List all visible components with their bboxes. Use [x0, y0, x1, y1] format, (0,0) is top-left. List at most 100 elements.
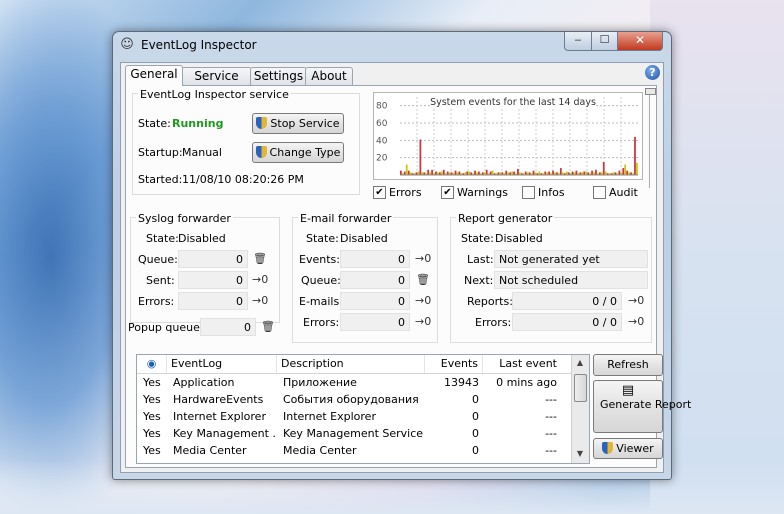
report-reports-field: 0 / 0 — [512, 292, 622, 310]
table-scrollbar[interactable]: ▲ ▼ — [571, 355, 589, 463]
column-eventlog[interactable]: EventLog — [167, 355, 277, 373]
forward-icon[interactable]: →0 — [628, 294, 644, 307]
column-events[interactable]: Events — [425, 355, 483, 373]
cell-eventlog: Media Center — [173, 444, 247, 457]
chart-bar-errors — [571, 171, 574, 175]
chart-bar-warnings — [440, 171, 443, 175]
report-group-title: Report generator — [456, 212, 555, 225]
syslog-state-label: State: — [146, 232, 179, 245]
column-description[interactable]: Description — [277, 355, 425, 373]
tab-about[interactable]: About — [305, 67, 353, 85]
table-row[interactable]: Yes Media Center Media Center 0 --- — [137, 442, 571, 459]
service-started-value: 11/08/10 08:20:26 PM — [182, 173, 304, 186]
filter-warnings-checkbox[interactable]: ✔ — [441, 186, 454, 199]
forward-icon[interactable]: →0 — [252, 273, 268, 286]
tab-general[interactable]: General — [125, 65, 183, 86]
report-next-label: Next: — [464, 274, 494, 287]
email-events-field: 0 — [340, 250, 410, 268]
table-row[interactable]: Yes Application Приложение 13943 0 mins ago — [137, 374, 571, 391]
chart-bar-errors — [544, 171, 547, 175]
cell-visible: Yes — [143, 410, 161, 423]
tab-settings[interactable]: Settings — [250, 67, 307, 85]
viewer-button[interactable]: Viewer — [593, 438, 663, 459]
chart-bar-warnings — [604, 171, 607, 175]
report-last-field: Not generated yet — [494, 250, 648, 268]
cell-description: Key Management Service — [283, 427, 424, 440]
cell-description: Media Center — [283, 444, 357, 457]
forward-icon[interactable]: →0 — [415, 294, 431, 307]
trash-icon[interactable]: 🗑 — [416, 273, 430, 286]
generate-report-label: Generate Report — [600, 398, 692, 411]
trash-icon[interactable]: 🗑 — [261, 320, 275, 333]
chart-bar-errors — [634, 136, 636, 175]
cell-description: Приложение — [283, 376, 357, 389]
forward-icon[interactable]: →0 — [415, 315, 431, 328]
chart-bar-errors — [474, 170, 476, 175]
chart-bar-errors — [552, 170, 554, 175]
chart-bar-warnings — [624, 164, 627, 175]
help-icon[interactable]: ? — [645, 65, 660, 80]
refresh-button[interactable]: Refresh — [593, 354, 663, 376]
generate-report-button[interactable]: ▤ Generate Report — [593, 380, 692, 433]
scroll-up-icon[interactable]: ▲ — [572, 355, 588, 371]
email-group-title: E-mail forwarder — [298, 212, 394, 225]
table-row[interactable]: Yes Key Management ... Key Management Serv… — [137, 425, 571, 442]
forward-icon[interactable]: →0 — [628, 315, 644, 328]
filter-audit-checkbox[interactable] — [593, 186, 606, 199]
chart-bar-errors — [458, 171, 461, 175]
chart-bar-errors — [446, 171, 449, 175]
slider-track — [649, 92, 650, 188]
chart-bar-errors — [485, 169, 488, 175]
slider-thumb[interactable] — [645, 88, 656, 95]
report-state-label: State: — [461, 232, 494, 245]
chart-bar-warnings — [468, 171, 471, 175]
chart-bar-errors — [532, 170, 535, 175]
service-group-title: EventLog Inspector service — [138, 88, 291, 101]
scroll-down-icon[interactable]: ▼ — [572, 446, 588, 462]
column-last-event[interactable]: Last event — [483, 355, 571, 373]
email-state-value: Disabled — [340, 232, 388, 245]
forward-icon[interactable]: →0 — [415, 252, 431, 265]
chart-bar-errors — [466, 171, 469, 175]
chart-bar-warnings — [405, 164, 408, 175]
report-next-field: Not scheduled — [494, 271, 648, 289]
trash-icon[interactable]: 🗑 — [253, 252, 267, 265]
chart-scale-slider[interactable] — [645, 88, 656, 192]
report-errors-label: Errors: — [475, 316, 512, 329]
chart-bar-errors — [517, 168, 519, 175]
title-bar[interactable]: ☺ EventLog Inspector ‒ ☐ ✕ — [113, 32, 671, 58]
email-state-label: State: — [306, 232, 339, 245]
syslog-queue-field: 0 — [178, 250, 248, 268]
cell-visible: Yes — [143, 427, 161, 440]
cell-last-event: --- — [545, 427, 557, 440]
maximize-button[interactable]: ☐ — [591, 32, 618, 51]
filter-warnings-label: Warnings — [457, 186, 508, 199]
change-type-button[interactable]: Change Type — [252, 142, 344, 163]
chart-bar-errors — [575, 170, 578, 175]
email-errors-label: Errors: — [303, 316, 340, 329]
email-errors-field: 0 — [340, 313, 410, 331]
close-button[interactable]: ✕ — [617, 32, 663, 51]
table-row[interactable]: Yes Internet Explorer Internet Explorer 0 --… — [137, 408, 571, 425]
tab-service-log[interactable]: Service Log — [181, 67, 252, 99]
popup-queue-label: Popup queue: — [128, 321, 204, 334]
table-row[interactable]: Yes HardwareEvents События оборудования 0 --… — [137, 391, 571, 408]
filter-infos-checkbox[interactable] — [522, 186, 535, 199]
stop-service-button[interactable]: Stop Service — [252, 113, 344, 134]
email-queue-label: Queue: — [301, 274, 341, 287]
shield-icon — [602, 442, 614, 454]
chart-bar-warnings — [491, 170, 494, 175]
y-tick-label: 80 — [376, 102, 388, 112]
report-last-label: Last: — [467, 253, 494, 266]
cell-last-event: --- — [545, 410, 557, 423]
app-icon: ☺ — [120, 37, 134, 52]
forward-icon[interactable]: →0 — [252, 294, 268, 307]
cell-last-event: --- — [545, 393, 557, 406]
chart-bar-warnings — [565, 171, 568, 175]
visibility-eye-icon[interactable]: ◉ — [137, 355, 167, 373]
filter-errors-checkbox[interactable]: ✔ — [373, 186, 386, 199]
service-startup-label: Startup: — [138, 146, 183, 159]
minimize-button[interactable]: ‒ — [564, 32, 592, 51]
scroll-thumb[interactable] — [574, 374, 587, 402]
chart-bar-warnings — [585, 171, 588, 175]
